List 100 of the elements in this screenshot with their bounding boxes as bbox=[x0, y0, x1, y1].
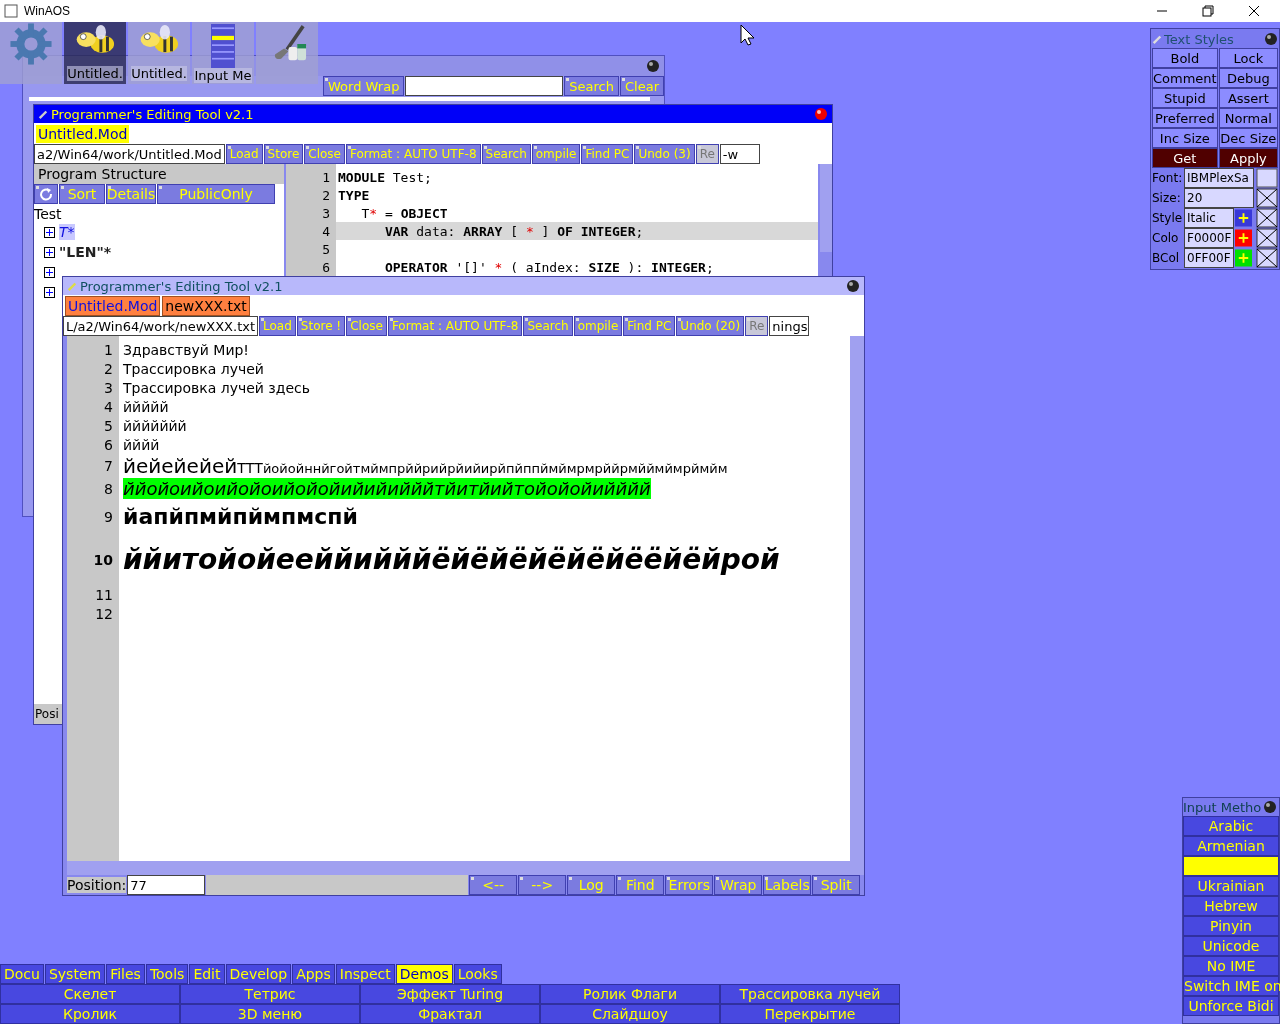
style-button[interactable]: Get bbox=[1152, 148, 1218, 168]
window-thumbnail[interactable] bbox=[256, 22, 318, 84]
input-method-button[interactable]: Ukrainian bbox=[1183, 876, 1279, 896]
property-field[interactable]: 0FF00F bbox=[1184, 248, 1234, 268]
color-swatch[interactable] bbox=[1256, 168, 1278, 188]
expand-icon[interactable] bbox=[44, 246, 55, 258]
property-field[interactable]: IBMPlexSa bbox=[1184, 168, 1254, 188]
status-button[interactable]: <-- bbox=[469, 875, 518, 895]
input-method-button[interactable]: Unforce Bidi bbox=[1183, 996, 1279, 1016]
toolbar-button[interactable]: Close bbox=[304, 144, 345, 164]
toolbar-button[interactable]: Load bbox=[225, 144, 263, 164]
expand-icon[interactable] bbox=[44, 286, 55, 298]
clear-icon[interactable] bbox=[1256, 228, 1278, 248]
menu-item[interactable]: Тетрис bbox=[180, 984, 360, 1004]
input-method-button[interactable] bbox=[1183, 856, 1279, 876]
window-thumbnail[interactable]: Untitled. bbox=[128, 22, 190, 84]
status-button[interactable]: Find bbox=[616, 875, 665, 895]
toolbar-button[interactable]: Find PC bbox=[581, 144, 634, 164]
expand-icon[interactable] bbox=[44, 266, 55, 278]
style-button[interactable]: Stupid bbox=[1152, 88, 1218, 108]
clear-icon[interactable] bbox=[1256, 188, 1278, 208]
status-button[interactable]: Split bbox=[812, 875, 861, 895]
menu-item[interactable]: Скелет bbox=[0, 984, 180, 1004]
menu-item[interactable]: Фрактал bbox=[360, 1004, 540, 1024]
menu-item[interactable]: Эффект Turing bbox=[360, 984, 540, 1004]
style-button[interactable]: Lock bbox=[1218, 48, 1278, 68]
menu-tab[interactable]: System bbox=[44, 964, 106, 984]
style-button[interactable]: Assert bbox=[1218, 88, 1278, 108]
menu-tab[interactable]: Demos bbox=[395, 964, 453, 984]
window-ball-icon[interactable] bbox=[646, 59, 660, 73]
path-field[interactable]: L/a2/Win64/work/newXXX.txt bbox=[63, 316, 259, 336]
scrollbar[interactable] bbox=[67, 861, 864, 875]
menu-tab[interactable]: Inspect bbox=[335, 964, 395, 984]
status-button[interactable]: Labels bbox=[763, 875, 812, 895]
tree-item[interactable]: T* bbox=[59, 224, 75, 240]
tree-item[interactable]: "LEN"* bbox=[59, 244, 112, 260]
menu-item[interactable]: Перекрытие bbox=[720, 1004, 900, 1024]
toolbar-button[interactable]: Store bbox=[263, 144, 304, 164]
expand-icon[interactable] bbox=[44, 226, 55, 238]
toolbar-button[interactable]: Search bbox=[523, 316, 573, 336]
status-button[interactable]: Errors bbox=[665, 875, 714, 895]
toolbar-button[interactable]: Undo (20) bbox=[676, 316, 745, 336]
toolbar-button[interactable]: Search bbox=[564, 76, 619, 96]
property-field[interactable]: F0000F bbox=[1184, 228, 1234, 248]
refresh-button[interactable] bbox=[34, 184, 58, 204]
add-button[interactable] bbox=[1235, 209, 1252, 227]
clear-icon[interactable] bbox=[1256, 248, 1278, 268]
window-thumbnail[interactable] bbox=[0, 22, 62, 84]
input-method-button[interactable]: No IME bbox=[1183, 956, 1279, 976]
toolbar-button[interactable]: Search bbox=[481, 144, 531, 164]
style-button[interactable]: Bold bbox=[1152, 48, 1218, 68]
scrollbar[interactable] bbox=[820, 164, 832, 252]
toolbar-button[interactable]: Sort bbox=[59, 184, 105, 204]
tree-item[interactable]: Test bbox=[34, 206, 62, 222]
input-method-button[interactable]: Unicode bbox=[1183, 936, 1279, 956]
toolbar-button[interactable]: Format : AUTO UTF-8 bbox=[346, 144, 481, 164]
input-field[interactable]: nings bbox=[769, 316, 810, 336]
toolbar-button[interactable]: Format : AUTO UTF-8 bbox=[387, 316, 523, 336]
toolbar-button[interactable]: Details bbox=[106, 184, 156, 204]
menu-item[interactable]: Кролик bbox=[0, 1004, 180, 1024]
restore-icon[interactable] bbox=[1202, 5, 1214, 17]
menu-tab[interactable]: Docu bbox=[0, 964, 44, 984]
toolbar-button[interactable]: Load bbox=[259, 316, 296, 336]
menu-item[interactable]: 3D меню bbox=[180, 1004, 360, 1024]
menu-tab[interactable]: Develop bbox=[225, 964, 292, 984]
scrollbar[interactable] bbox=[850, 336, 864, 861]
menu-tab[interactable]: Apps bbox=[292, 964, 335, 984]
style-button[interactable]: Inc Size bbox=[1152, 128, 1218, 148]
path-field[interactable]: a2/Win64/work/Untitled.Mod bbox=[34, 144, 225, 164]
toolbar-button[interactable]: Clear bbox=[620, 76, 664, 96]
input-method-button[interactable]: Hebrew bbox=[1183, 896, 1279, 916]
close-icon[interactable] bbox=[1248, 5, 1260, 17]
property-field[interactable]: Italic bbox=[1184, 208, 1234, 228]
status-button[interactable]: Wrap bbox=[714, 875, 763, 895]
window-thumbnail[interactable]: Input Me bbox=[192, 22, 254, 84]
close-icon[interactable] bbox=[846, 279, 860, 293]
style-button[interactable]: Preferred bbox=[1152, 108, 1218, 128]
window-thumbnail[interactable]: Untitled. bbox=[64, 22, 126, 84]
file-tab[interactable]: Untitled.Mod bbox=[36, 124, 130, 143]
add-button[interactable] bbox=[1235, 229, 1252, 247]
menu-tab[interactable]: Edit bbox=[189, 964, 225, 984]
input-field[interactable]: -w bbox=[719, 144, 760, 164]
input-method-button[interactable]: Switch IME on bbox=[1183, 976, 1279, 996]
toolbar-button[interactable]: Close bbox=[346, 316, 387, 336]
menu-item[interactable]: Слайдшоу bbox=[540, 1004, 720, 1024]
input-method-button[interactable]: Pinyin bbox=[1183, 916, 1279, 936]
file-tab[interactable]: newXXX.txt bbox=[162, 295, 250, 316]
toolbar-button[interactable]: Word Wrap bbox=[323, 76, 405, 96]
toolbar-button[interactable]: Find PC bbox=[623, 316, 676, 336]
position-field[interactable]: 77 bbox=[127, 875, 206, 895]
style-button[interactable]: Comment bbox=[1152, 68, 1218, 88]
menu-tab[interactable]: Looks bbox=[453, 964, 502, 984]
property-field[interactable]: 20 bbox=[1184, 188, 1254, 208]
menu-item[interactable]: Трассировка лучей bbox=[720, 984, 900, 1004]
clear-icon[interactable] bbox=[1256, 208, 1278, 228]
input-method-button[interactable]: Arabic bbox=[1183, 816, 1279, 836]
style-button[interactable]: Dec Size bbox=[1218, 128, 1278, 148]
toolbar-button[interactable]: Store ! bbox=[296, 316, 346, 336]
toolbar-button[interactable]: ompile bbox=[531, 144, 581, 164]
status-button[interactable]: --> bbox=[518, 875, 567, 895]
